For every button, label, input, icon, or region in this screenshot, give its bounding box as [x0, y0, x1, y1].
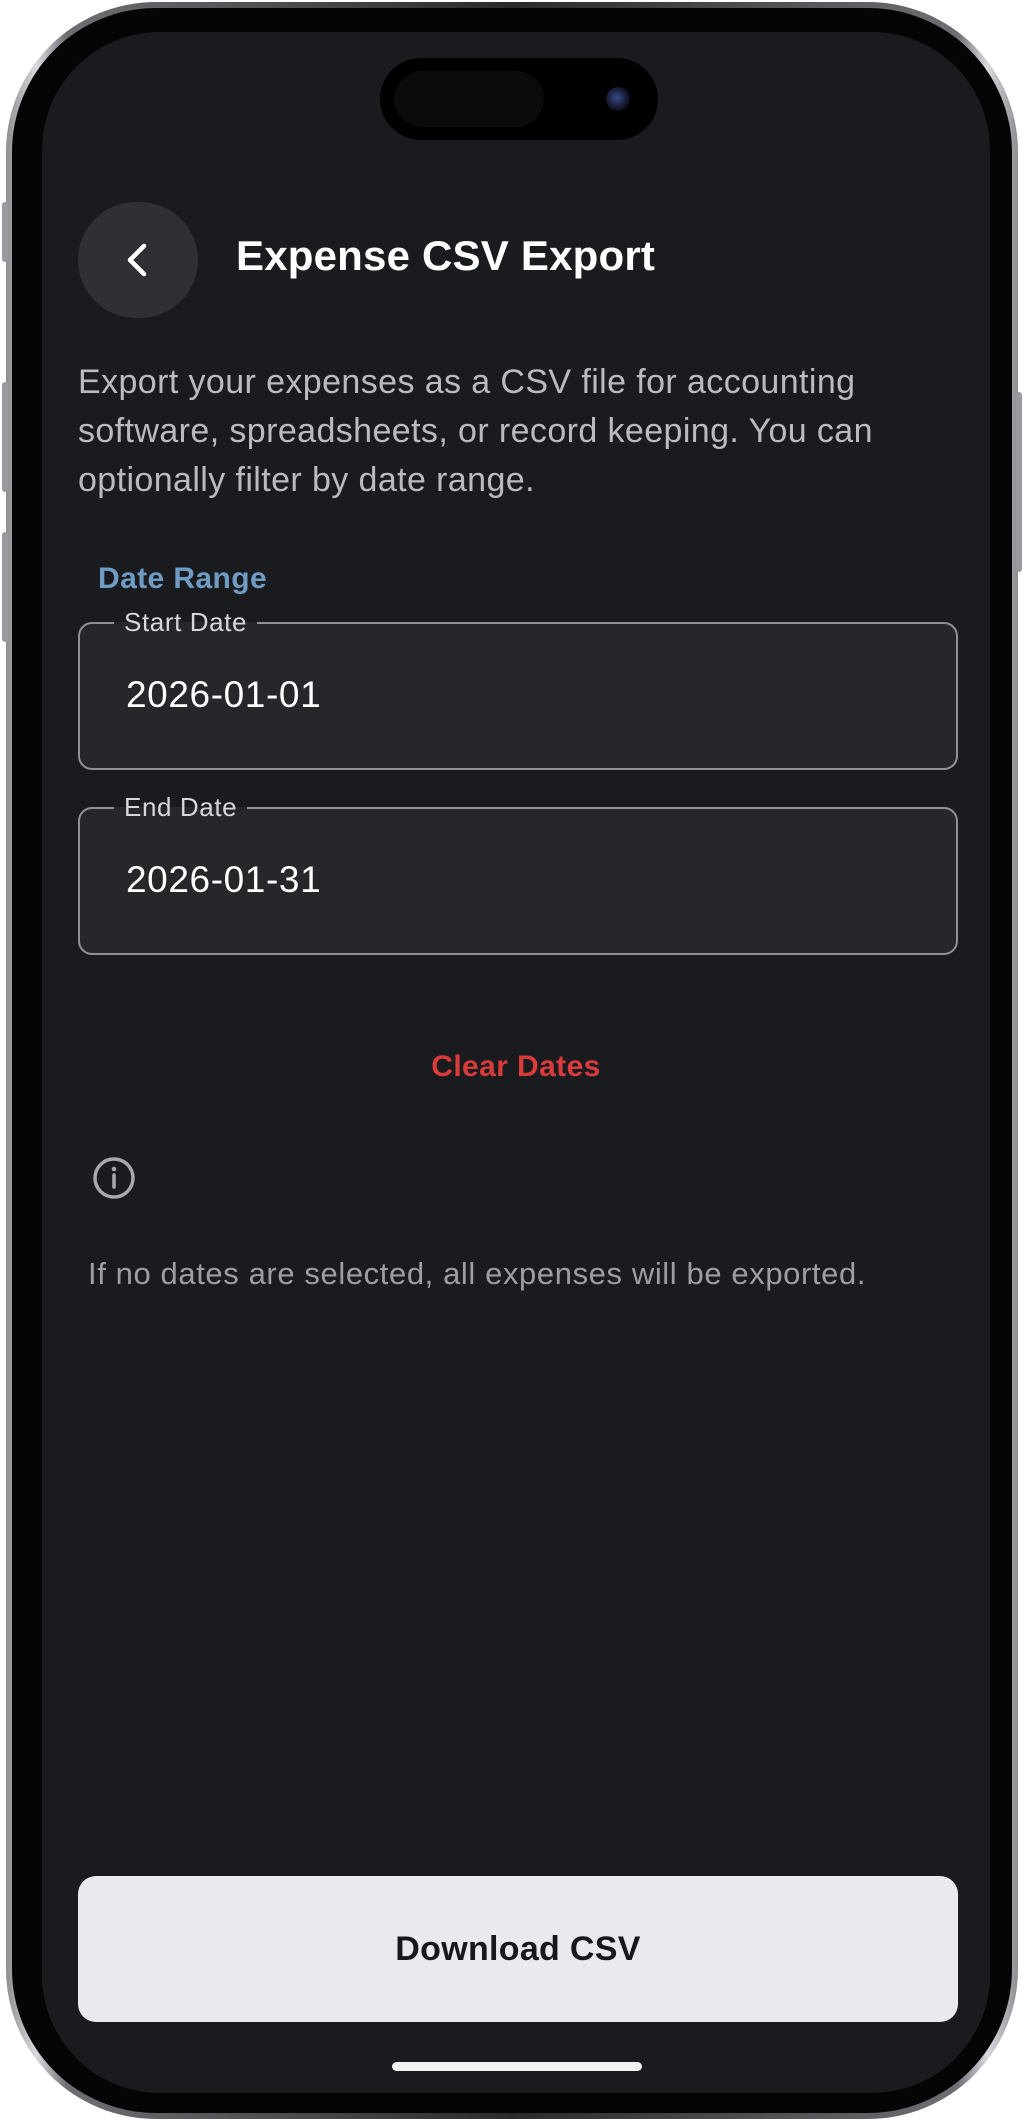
dynamic-island [380, 58, 658, 140]
date-range-label: Date Range [98, 562, 268, 595]
home-indicator[interactable] [392, 2062, 642, 2071]
download-csv-button[interactable]: Download CSV [78, 1876, 958, 2022]
power-button [1016, 392, 1022, 572]
info-circle-icon [93, 1157, 135, 1199]
front-camera [606, 87, 630, 111]
export-description: Export your expenses as a CSV file for a… [78, 363, 873, 499]
page-title: Expense CSV Export [236, 232, 656, 279]
info-message: If no dates are selected, all expenses w… [88, 1256, 867, 1291]
start-date-value: 2026-01-01 [126, 674, 322, 715]
phone-frame: Expense CSV Export Export your expenses … [2, 2, 1022, 2119]
end-date-field[interactable]: End Date 2026-01-31 [78, 791, 958, 955]
face-id-sensor [394, 71, 544, 127]
volume-up-button [2, 382, 8, 492]
action-button [2, 202, 8, 262]
volume-down-button [2, 532, 8, 642]
chevron-left-icon [127, 243, 147, 277]
back-button[interactable] [78, 202, 198, 318]
clear-dates-button[interactable]: Clear Dates [42, 1050, 990, 1084]
start-date-label: Start Date [114, 606, 258, 638]
end-date-label: End Date [114, 791, 248, 823]
app-header: Expense CSV Export [78, 202, 958, 318]
end-date-value: 2026-01-31 [126, 859, 322, 900]
start-date-field[interactable]: Start Date 2026-01-01 [78, 606, 958, 770]
app-screen: Expense CSV Export Export your expenses … [42, 32, 990, 2093]
